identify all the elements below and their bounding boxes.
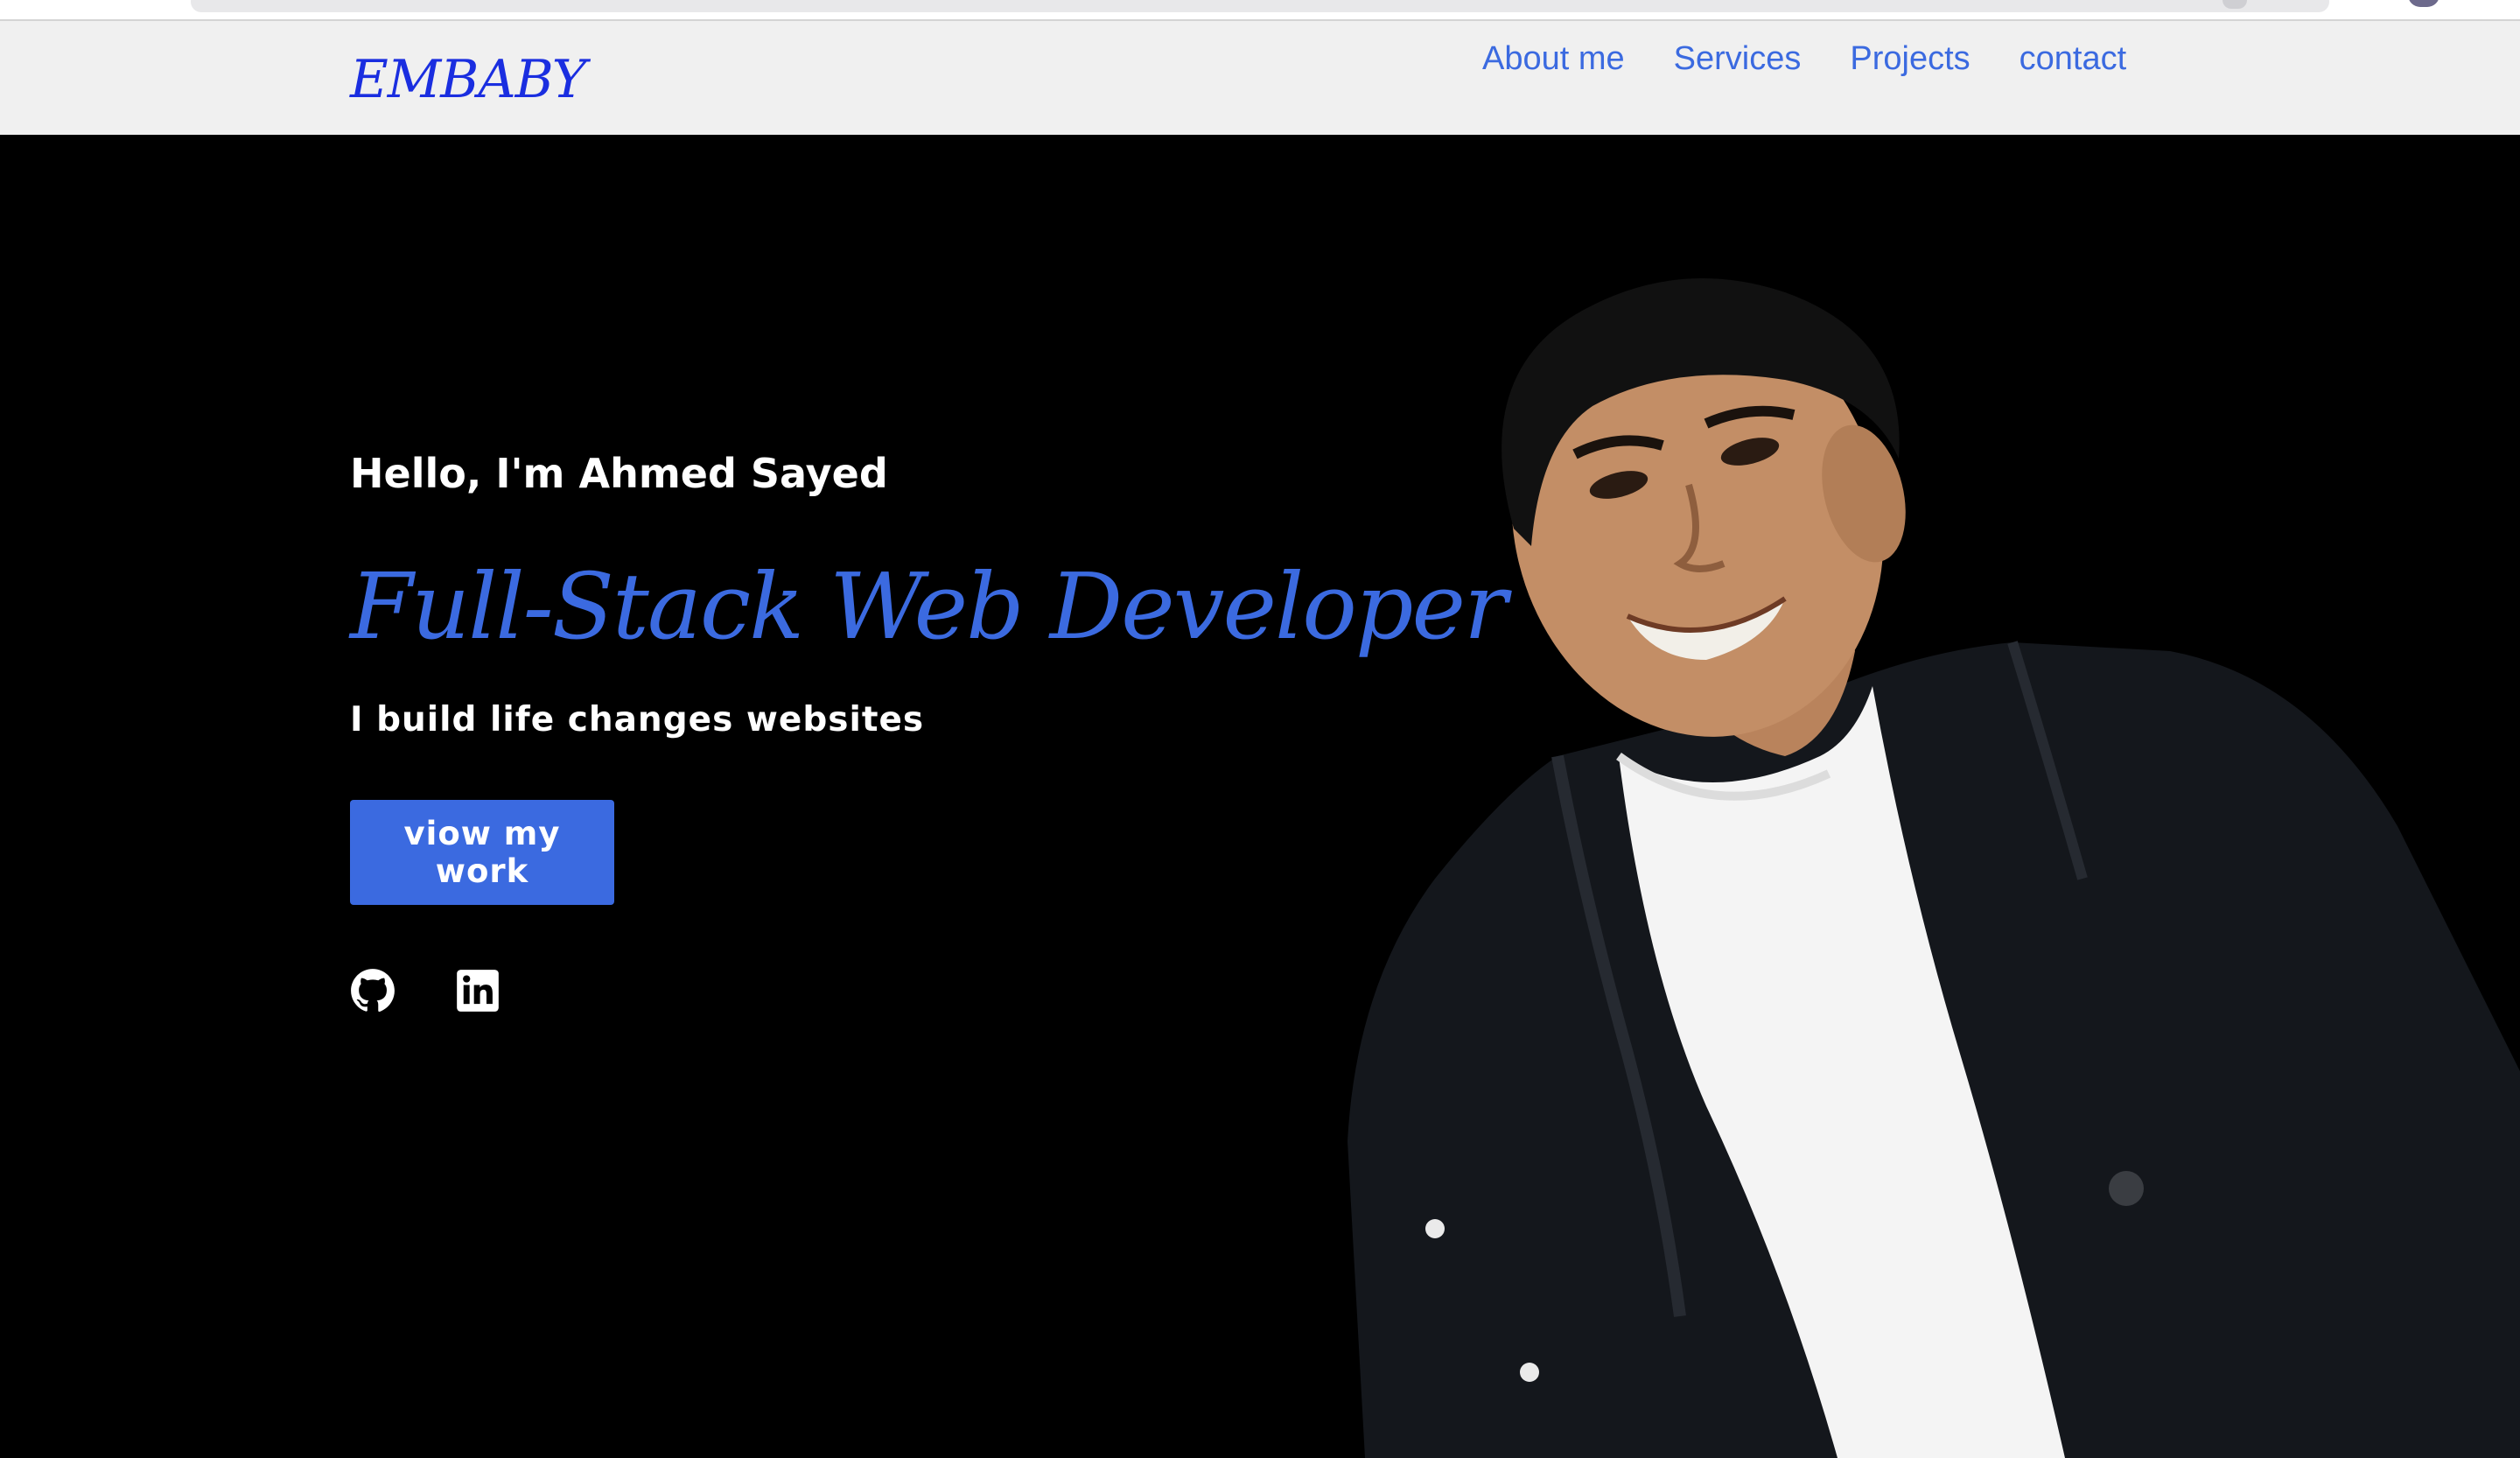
nav-links: About me Services Projects contact <box>1482 40 2175 78</box>
hero-section: Hello, I'm Ahmed Sayed Full-Stack Web De… <box>0 135 2520 1458</box>
social-links <box>350 968 500 1013</box>
hero-greeting: Hello, I'm Ahmed Sayed <box>350 450 888 497</box>
hero-tagline: I build life changes websites <box>350 700 925 740</box>
browser-profile-avatar[interactable] <box>2408 0 2440 7</box>
portrait-photo <box>1348 278 2520 1458</box>
site-logo[interactable]: EMBABY <box>350 49 586 110</box>
nav-link-contact[interactable]: contact <box>2020 40 2127 78</box>
browser-address-bar[interactable] <box>191 0 2329 12</box>
view-my-work-button[interactable]: viow my work <box>350 800 614 905</box>
nav-link-projects[interactable]: Projects <box>1850 40 1970 78</box>
linkedin-icon[interactable] <box>455 968 500 1013</box>
site-navbar: EMBABY About me Services Projects contac… <box>0 19 2520 135</box>
browser-top-strip <box>0 0 2520 19</box>
nav-link-services[interactable]: Services <box>1674 40 1802 78</box>
github-icon[interactable] <box>350 968 396 1013</box>
nav-link-about[interactable]: About me <box>1482 40 1625 78</box>
